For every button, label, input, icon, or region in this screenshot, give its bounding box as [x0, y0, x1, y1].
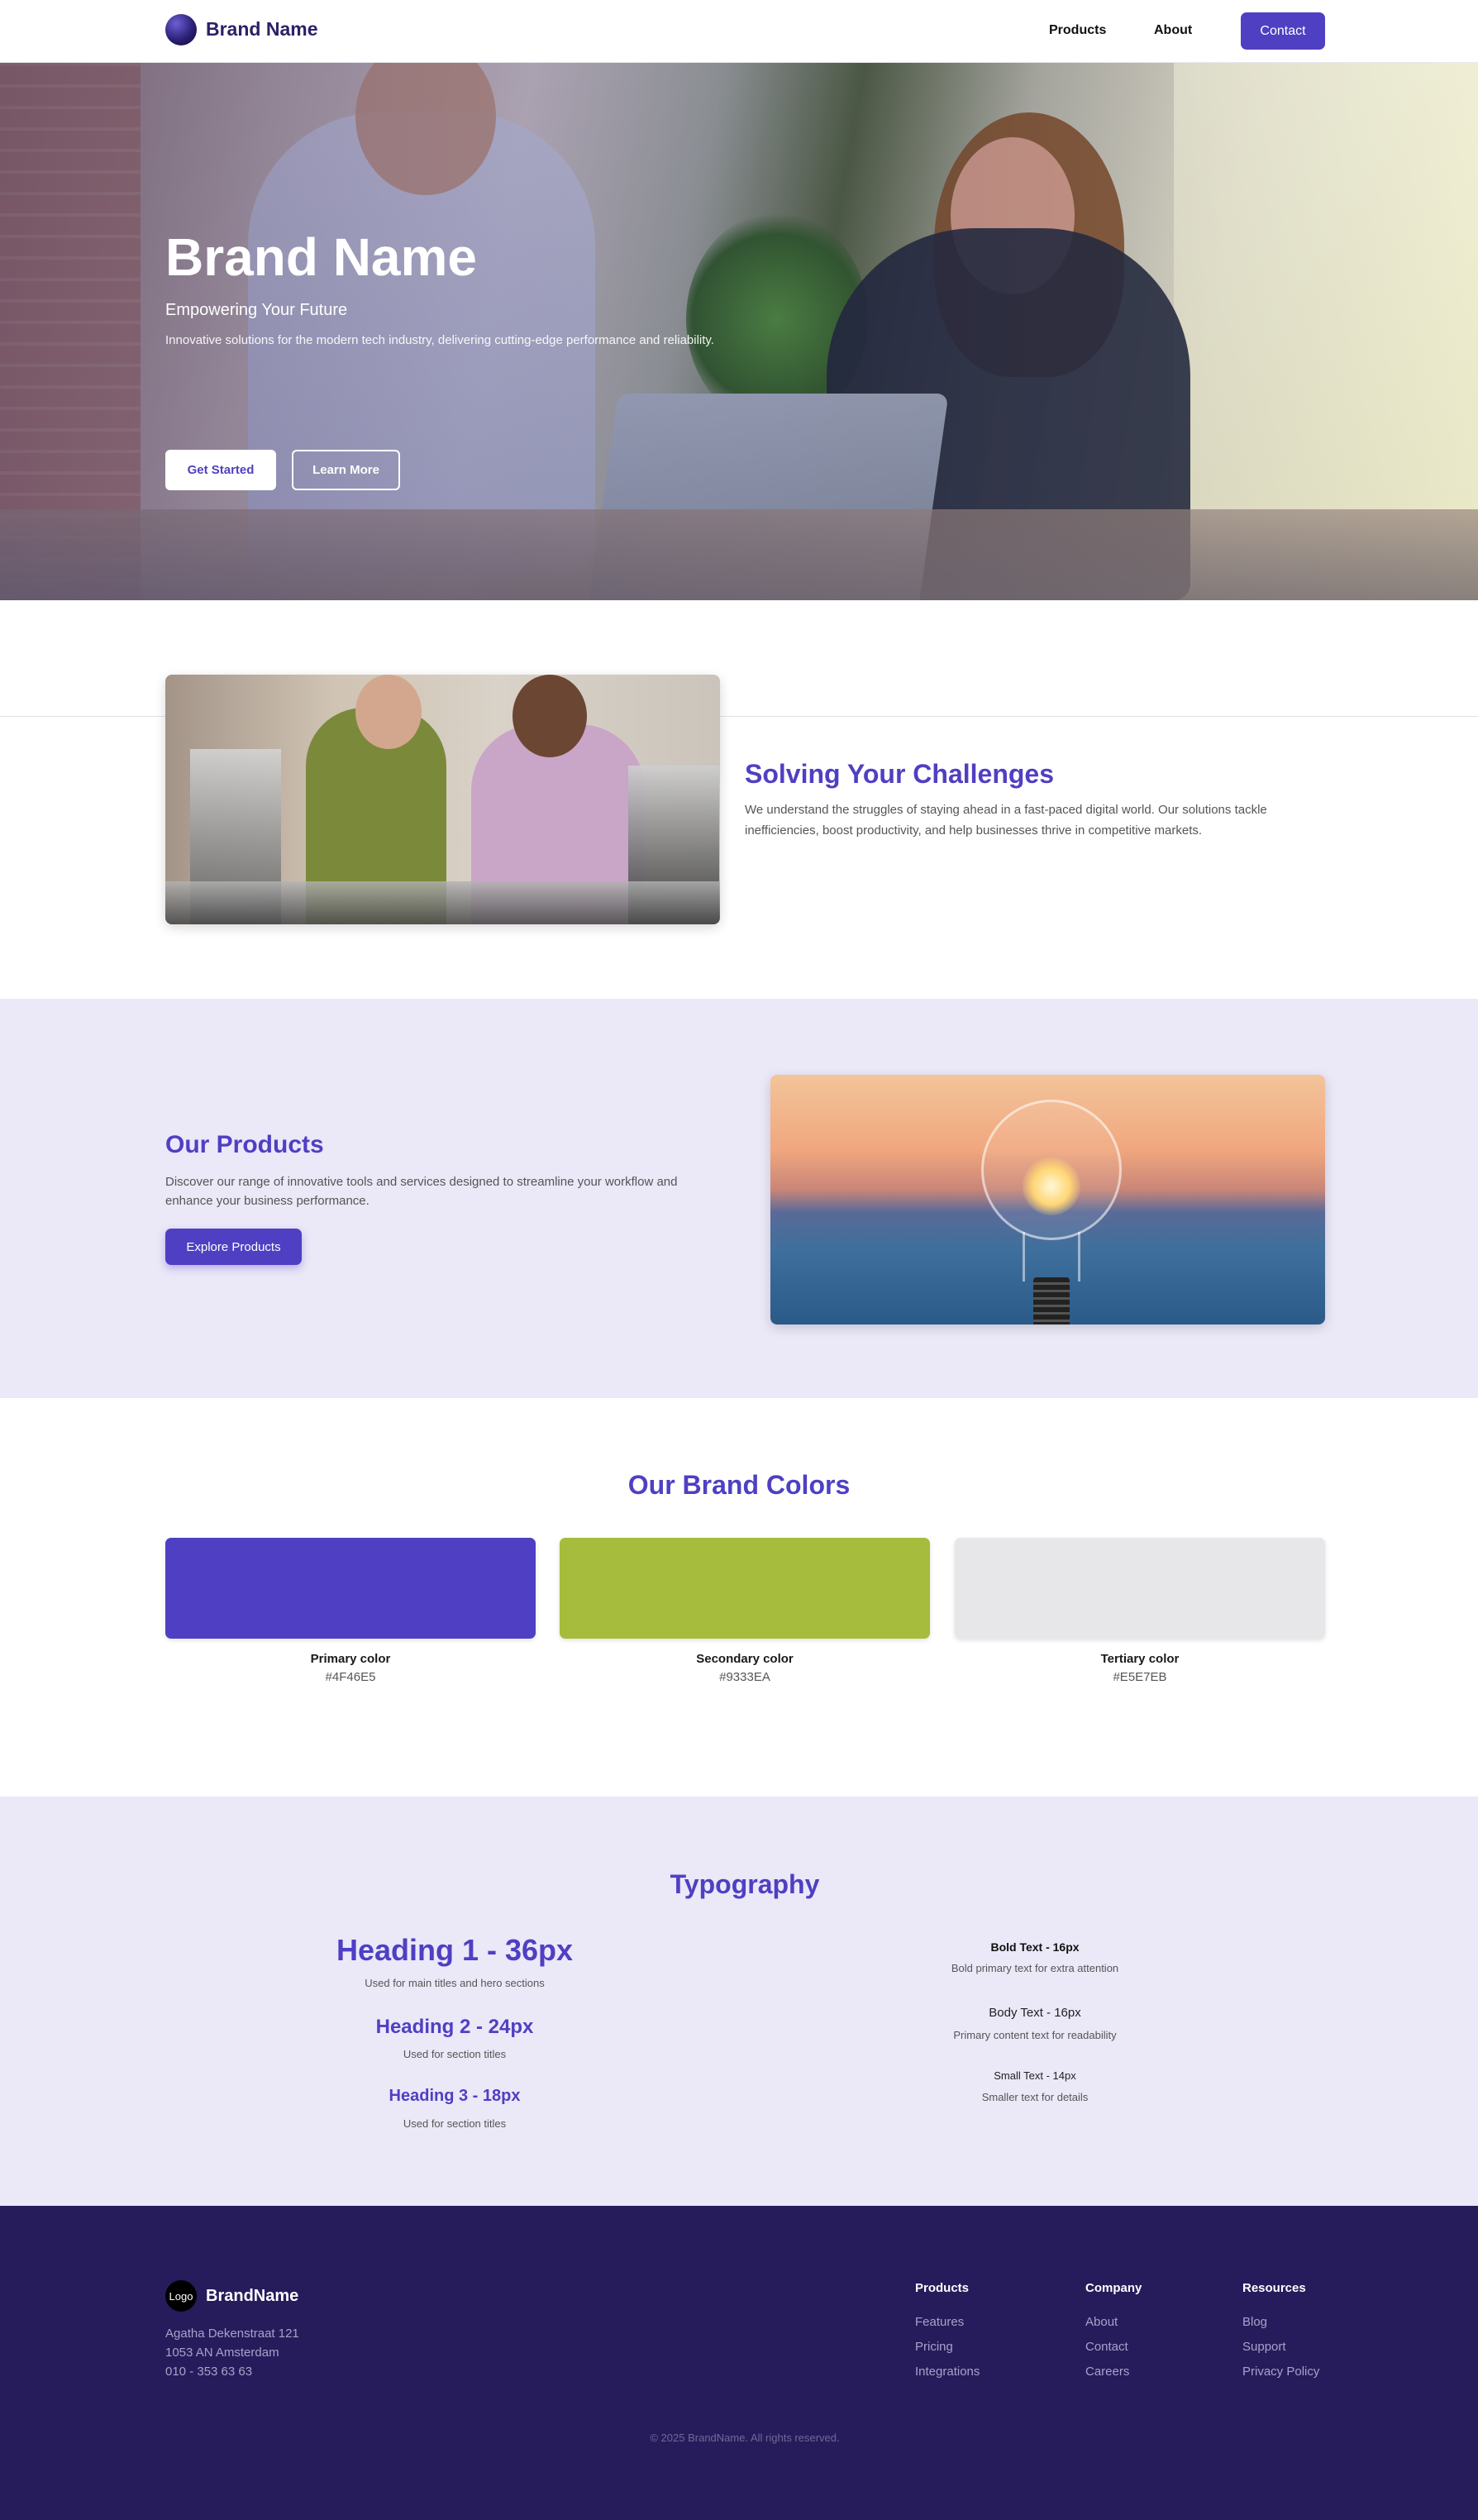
lightbulb-neck: [1023, 1232, 1080, 1281]
swatch-tertiary-name: Tertiary color: [1100, 1652, 1180, 1666]
nav-contact-button[interactable]: Contact: [1241, 12, 1325, 50]
footer-column-company: Company About Contact Careers: [1085, 2281, 1142, 2384]
footer-column-title: Resources: [1242, 2281, 1306, 2295]
heading-3-sample: Heading 3 - 18px: [389, 2087, 521, 2105]
swatch-primary: [165, 1538, 536, 1639]
footer-column-title: Company: [1085, 2281, 1142, 2295]
nav-link-about[interactable]: About: [1154, 23, 1192, 38]
person-pink-head: [513, 675, 587, 757]
footer-link-pricing[interactable]: Pricing: [915, 2335, 980, 2360]
heading-1-sample: Heading 1 - 36px: [336, 1933, 574, 1967]
footer: Logo BrandName Agatha Dekenstraat 121 10…: [0, 2206, 1478, 2520]
footer-link-about[interactable]: About: [1085, 2310, 1142, 2335]
swatch-tertiary: [955, 1538, 1325, 1639]
brand-colors-title: Our Brand Colors: [627, 1470, 851, 1500]
footer-address-street: Agatha Dekenstraat 121: [165, 2327, 299, 2341]
swatch-primary-name: Primary color: [310, 1652, 391, 1666]
footer-address-city: 1053 AN Amsterdam: [165, 2346, 279, 2360]
hero-title: Brand Name: [165, 227, 477, 287]
heading-2-sample: Heading 2 - 24px: [375, 2016, 534, 2038]
body-text-note: Primary content text for readability: [953, 2029, 1117, 2041]
typography-section: Typography Heading 1 - 36px Used for mai…: [0, 1797, 1478, 2206]
brand-logo-icon[interactable]: [165, 14, 197, 45]
lightbulb-icon: [981, 1100, 1122, 1240]
footer-column-title: Products: [915, 2281, 970, 2295]
footer-logo-icon[interactable]: Logo: [165, 2280, 197, 2312]
get-started-button[interactable]: Get Started: [165, 450, 276, 490]
footer-link-privacy-policy[interactable]: Privacy Policy: [1242, 2360, 1319, 2384]
lightbulb-base: [1033, 1277, 1070, 1324]
nav-brand-name[interactable]: Brand Name: [206, 18, 317, 41]
small-text-sample: Small Text - 14px: [994, 2069, 1076, 2082]
footer-link-blog[interactable]: Blog: [1242, 2310, 1319, 2335]
footer-link-support[interactable]: Support: [1242, 2335, 1319, 2360]
products-image: [770, 1075, 1325, 1324]
footer-address: Agatha Dekenstraat 121 1053 AN Amsterdam…: [165, 2324, 299, 2381]
footer-link-features[interactable]: Features: [915, 2310, 980, 2335]
footer-column-resources: Resources Blog Support Privacy Policy: [1242, 2281, 1319, 2384]
footer-column-products: Products Features Pricing Integrations: [915, 2281, 980, 2384]
swatch-secondary: [560, 1538, 930, 1639]
products-title: Our Products: [165, 1131, 324, 1158]
heading-3-note: Used for section titles: [403, 2117, 507, 2130]
swatch-secondary-hex: #9333EA: [719, 1670, 770, 1684]
bold-text-note: Bold primary text for extra attention: [951, 1962, 1119, 1974]
footer-copyright: © 2025 BrandName. All rights reserved.: [650, 2432, 840, 2444]
footer-link-integrations[interactable]: Integrations: [915, 2360, 980, 2384]
footer-brand-name: BrandName: [206, 2287, 299, 2305]
hero-description: Innovative solutions for the modern tech…: [165, 333, 714, 348]
body-text-sample: Body Text - 16px: [989, 2006, 1081, 2020]
swatch-secondary-name: Secondary color: [696, 1652, 794, 1666]
learn-more-button[interactable]: Learn More: [292, 450, 400, 490]
explore-products-button[interactable]: Explore Products: [165, 1229, 302, 1265]
footer-link-careers[interactable]: Careers: [1085, 2360, 1142, 2384]
person-green-head: [355, 675, 422, 749]
challenges-text: We understand the struggles of staying a…: [745, 803, 1267, 838]
heading-2-note: Used for section titles: [403, 2048, 507, 2060]
lab-bench: [165, 881, 720, 924]
swatch-primary-hex: #4F46E5: [325, 1670, 376, 1684]
typography-title: Typography: [670, 1869, 820, 1899]
challenges-title: Solving Your Challenges: [745, 759, 1054, 789]
nav-link-products[interactable]: Products: [1049, 23, 1106, 38]
swatch-tertiary-hex: #E5E7EB: [1113, 1670, 1167, 1684]
small-text-note: Smaller text for details: [981, 2091, 1089, 2103]
footer-phone: 010 - 353 63 63: [165, 2365, 253, 2379]
products-text: Discover our range of innovative tools a…: [165, 1175, 678, 1208]
footer-link-contact[interactable]: Contact: [1085, 2335, 1142, 2360]
products-section: Our Products Discover our range of innov…: [0, 999, 1478, 1398]
top-navigation: Brand Name Products About Contact: [0, 0, 1478, 63]
hero-subtitle: Empowering Your Future: [165, 301, 348, 320]
bold-text-sample: Bold Text - 16px: [990, 1940, 1080, 1954]
hero-section: Brand Name Empowering Your Future Innova…: [0, 63, 1478, 600]
hero-content: Brand Name Empowering Your Future Innova…: [165, 227, 744, 490]
challenges-image: [165, 675, 720, 924]
heading-1-note: Used for main titles and hero sections: [365, 1977, 545, 1989]
